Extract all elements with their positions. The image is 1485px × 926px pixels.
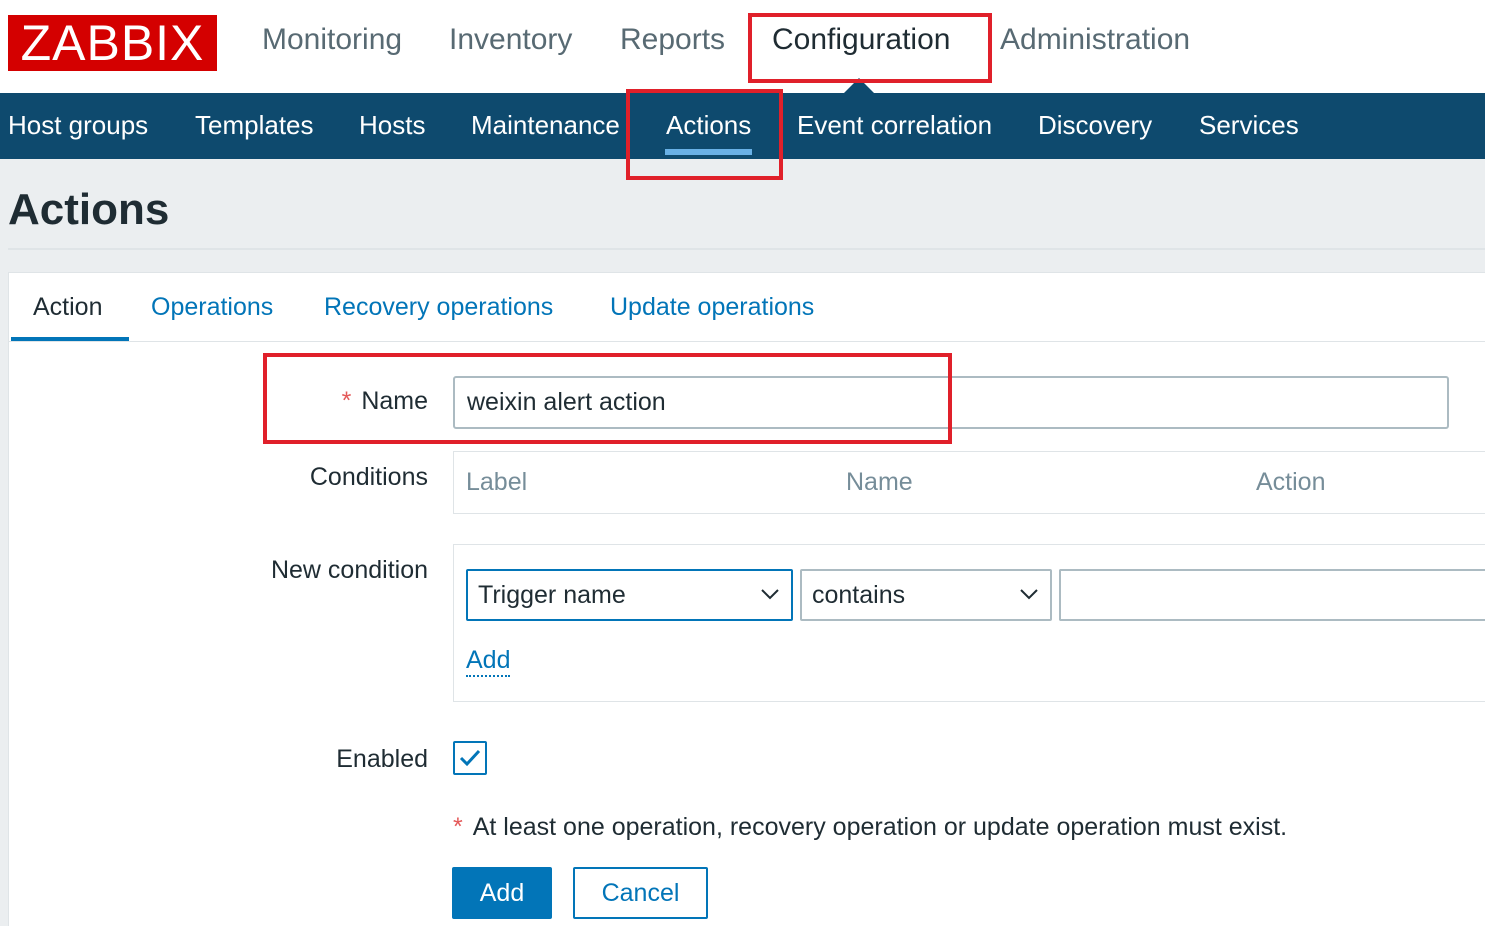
menu-reports[interactable]: Reports — [620, 23, 725, 57]
name-input[interactable]: weixin alert action — [453, 376, 1449, 429]
checkmark-icon — [459, 749, 481, 767]
enabled-label: Enabled — [336, 745, 428, 773]
operation-requirement-note: * At least one operation, recovery operat… — [453, 813, 1287, 842]
required-marker: * — [453, 813, 463, 841]
column-header-name: Name — [846, 468, 913, 496]
title-divider — [8, 248, 1485, 250]
column-header-action: Action — [1256, 468, 1326, 496]
subnav-templates[interactable]: Templates — [195, 110, 314, 141]
new-condition-label: New condition — [270, 556, 428, 584]
tab-recovery-operations[interactable]: Recovery operations — [324, 293, 553, 322]
condition-value-input[interactable] — [1059, 569, 1485, 621]
tabs-divider — [9, 341, 1485, 342]
action-form-panel: Action Operations Recovery operations Up… — [8, 272, 1485, 926]
top-header: ZABBIX Monitoring Inventory Reports Conf… — [0, 0, 1485, 93]
condition-type-value: Trigger name — [478, 581, 626, 609]
menu-configuration[interactable]: Configuration — [772, 23, 950, 57]
chevron-down-icon — [761, 571, 779, 600]
sub-navigation: Host groups Templates Hosts Maintenance … — [0, 93, 1485, 159]
zabbix-logo[interactable]: ZABBIX — [8, 15, 217, 71]
chevron-down-icon — [1020, 571, 1038, 600]
subnav-event-correlation[interactable]: Event correlation — [797, 110, 992, 141]
conditions-table: Label Name Action — [453, 451, 1485, 514]
condition-type-select[interactable]: Trigger name — [466, 569, 793, 621]
active-menu-pointer — [844, 78, 874, 93]
subnav-host-groups[interactable]: Host groups — [8, 110, 148, 141]
conditions-label: Conditions — [309, 463, 428, 491]
name-label: * Name — [342, 387, 428, 416]
note-text: At least one operation, recovery operati… — [472, 813, 1288, 841]
subnav-discovery[interactable]: Discovery — [1038, 110, 1152, 141]
tab-action[interactable]: Action — [33, 293, 102, 322]
page-title: Actions — [8, 185, 170, 234]
subnav-services[interactable]: Services — [1199, 110, 1299, 141]
condition-operator-value: contains — [812, 581, 906, 609]
tab-update-operations[interactable]: Update operations — [610, 293, 814, 322]
new-condition-box: Trigger name contains Add — [453, 544, 1485, 702]
add-button[interactable]: Add — [452, 867, 552, 919]
subnav-actions[interactable]: Actions — [666, 110, 751, 141]
enabled-checkbox[interactable] — [453, 741, 487, 775]
menu-administration[interactable]: Administration — [1000, 23, 1190, 57]
cancel-button[interactable]: Cancel — [573, 867, 708, 919]
add-condition-link[interactable]: Add — [466, 645, 511, 677]
menu-monitoring[interactable]: Monitoring — [262, 23, 402, 57]
active-subnav-underline — [665, 149, 752, 155]
name-label-text: Name — [361, 387, 428, 415]
condition-operator-select[interactable]: contains — [800, 569, 1052, 621]
column-header-label: Label — [466, 468, 528, 496]
subnav-hosts[interactable]: Hosts — [359, 110, 425, 141]
menu-inventory[interactable]: Inventory — [449, 23, 572, 57]
tab-operations[interactable]: Operations — [151, 293, 273, 322]
required-marker: * — [341, 387, 352, 415]
subnav-maintenance[interactable]: Maintenance — [471, 110, 620, 141]
